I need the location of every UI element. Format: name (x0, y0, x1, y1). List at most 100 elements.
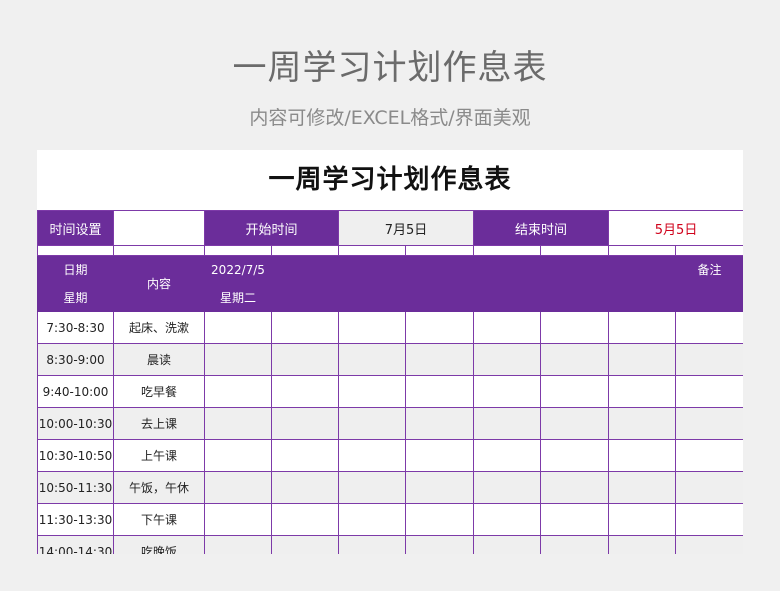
schedule-cell[interactable] (608, 503, 677, 536)
notes-cell[interactable] (675, 471, 743, 504)
schedule-cell[interactable] (338, 439, 407, 472)
day2-date (270, 255, 340, 284)
schedule-cell[interactable] (540, 343, 610, 376)
schedule-cell[interactable] (473, 311, 542, 344)
schedule-cell[interactable] (608, 375, 677, 408)
schedule-cell[interactable] (338, 375, 407, 408)
day7-date (608, 255, 677, 284)
spacer-row (37, 245, 743, 256)
notes-cell[interactable] (675, 407, 743, 440)
schedule-cell[interactable] (405, 343, 475, 376)
schedule-cell[interactable] (540, 375, 610, 408)
day4-weekday (405, 283, 475, 312)
schedule-cell[interactable] (540, 535, 610, 554)
schedule-cell[interactable] (338, 311, 407, 344)
time-setting-row: 时间设置 开始时间 7月5日 结束时间 5月5日 (37, 210, 743, 246)
notes-cell[interactable] (675, 311, 743, 344)
day6-weekday (540, 283, 610, 312)
time-cell: 10:30-10:50 (37, 439, 114, 472)
schedule-cell[interactable] (405, 503, 475, 536)
schedule-cell[interactable] (473, 535, 542, 554)
activity-cell: 午饭，午休 (113, 471, 205, 504)
start-time-cell[interactable]: 7月5日 (338, 210, 475, 246)
schedule-cell[interactable] (204, 439, 272, 472)
schedule-cell[interactable] (338, 343, 407, 376)
day1-weekday: 星期二 (204, 283, 272, 312)
spacer-cell (473, 245, 542, 256)
schedule-cell[interactable] (473, 343, 542, 376)
schedule-cell[interactable] (338, 503, 407, 536)
schedule-cell[interactable] (270, 407, 340, 440)
table-row: 11:30-13:30 下午课 (37, 503, 743, 536)
time-cell: 11:30-13:30 (37, 503, 114, 536)
day2-weekday (270, 283, 340, 312)
schedule-cell[interactable] (204, 343, 272, 376)
schedule-table: 时间设置 开始时间 7月5日 结束时间 5月5日 日期 内容 2022/7/5 (37, 210, 743, 554)
schedule-cell[interactable] (473, 439, 542, 472)
schedule-cell[interactable] (270, 471, 340, 504)
schedule-cell[interactable] (338, 407, 407, 440)
weekday-label: 星期 (37, 283, 114, 312)
notes-cell[interactable] (675, 375, 743, 408)
schedule-cell[interactable] (540, 503, 610, 536)
schedule-cell[interactable] (473, 471, 542, 504)
day4-date (405, 255, 475, 284)
schedule-cell[interactable] (405, 375, 475, 408)
page-title: 一周学习计划作息表 (232, 48, 548, 88)
schedule-cell[interactable] (204, 407, 272, 440)
time-cell: 9:40-10:00 (37, 375, 114, 408)
schedule-cell[interactable] (270, 343, 340, 376)
spacer-cell (405, 245, 475, 256)
time-cell: 14:00-14:30 (37, 535, 114, 554)
schedule-cell[interactable] (540, 439, 610, 472)
content-label: 内容 (113, 255, 205, 312)
time-cell: 7:30-8:30 (37, 311, 114, 344)
time-setting-cell[interactable] (113, 210, 205, 246)
schedule-cell[interactable] (608, 471, 677, 504)
end-time-cell[interactable]: 5月5日 (608, 210, 743, 246)
spacer-cell (675, 245, 743, 256)
day6-date (540, 255, 610, 284)
schedule-cell[interactable] (270, 375, 340, 408)
notes-blank (675, 283, 743, 312)
schedule-cell[interactable] (405, 535, 475, 554)
day5-date (473, 255, 542, 284)
notes-cell[interactable] (675, 343, 743, 376)
schedule-cell[interactable] (608, 407, 677, 440)
schedule-cell[interactable] (540, 407, 610, 440)
schedule-cell[interactable] (608, 439, 677, 472)
table-row: 10:50-11:30 午饭，午休 (37, 471, 743, 504)
notes-cell[interactable] (675, 503, 743, 536)
notes-cell[interactable] (675, 535, 743, 554)
schedule-cell[interactable] (338, 471, 407, 504)
schedule-cell[interactable] (270, 311, 340, 344)
day1-date: 2022/7/5 (204, 255, 272, 284)
schedule-cell[interactable] (405, 471, 475, 504)
table-row: 8:30-9:00 晨读 (37, 343, 743, 376)
schedule-cell[interactable] (473, 503, 542, 536)
schedule-cell[interactable] (270, 439, 340, 472)
schedule-cell[interactable] (405, 439, 475, 472)
schedule-cell[interactable] (204, 375, 272, 408)
notes-cell[interactable] (675, 439, 743, 472)
date-label: 日期 (37, 255, 114, 284)
schedule-cell[interactable] (608, 343, 677, 376)
schedule-cell[interactable] (270, 503, 340, 536)
schedule-cell[interactable] (608, 311, 677, 344)
schedule-cell[interactable] (473, 407, 542, 440)
schedule-cell[interactable] (473, 375, 542, 408)
schedule-cell[interactable] (204, 535, 272, 554)
schedule-cell[interactable] (540, 311, 610, 344)
schedule-cell[interactable] (405, 407, 475, 440)
schedule-cell[interactable] (608, 535, 677, 554)
table-row: 10:30-10:50 上午课 (37, 439, 743, 472)
spacer-cell (204, 245, 272, 256)
schedule-cell[interactable] (204, 471, 272, 504)
schedule-cell[interactable] (270, 535, 340, 554)
schedule-cell[interactable] (204, 503, 272, 536)
schedule-cell[interactable] (405, 311, 475, 344)
schedule-cell[interactable] (338, 535, 407, 554)
schedule-cell[interactable] (204, 311, 272, 344)
schedule-cell[interactable] (540, 471, 610, 504)
activity-cell: 晨读 (113, 343, 205, 376)
